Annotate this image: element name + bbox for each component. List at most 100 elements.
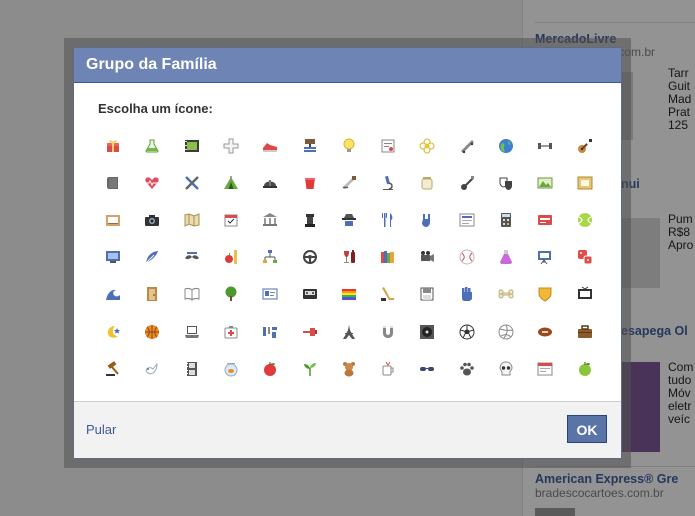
- pushpin-icon[interactable]: [299, 321, 321, 343]
- monitor-icon[interactable]: [102, 246, 124, 268]
- tree-icon[interactable]: [220, 283, 242, 305]
- potion-icon[interactable]: [495, 246, 517, 268]
- apple-red-icon[interactable]: [259, 358, 281, 380]
- teddy-bear-icon[interactable]: [338, 358, 360, 380]
- tent-icon[interactable]: [220, 172, 242, 194]
- mug-icon[interactable]: [377, 358, 399, 380]
- mustache-icon[interactable]: [181, 246, 203, 268]
- apple-green-icon[interactable]: [574, 358, 596, 380]
- globe-icon[interactable]: [495, 135, 517, 157]
- rainbow-icon[interactable]: [338, 283, 360, 305]
- masks-icon[interactable]: [495, 172, 517, 194]
- ad-line: Guit: [668, 80, 691, 93]
- spy-icon[interactable]: [338, 209, 360, 231]
- magnet-icon[interactable]: [377, 321, 399, 343]
- hockey-icon[interactable]: [377, 283, 399, 305]
- fishbowl-icon[interactable]: [220, 358, 242, 380]
- cup-icon[interactable]: [299, 172, 321, 194]
- eiffel-tower-icon[interactable]: [338, 321, 360, 343]
- skip-link[interactable]: Pular: [86, 422, 116, 437]
- projector-icon[interactable]: [416, 246, 438, 268]
- plus-cross-icon[interactable]: [220, 135, 242, 157]
- bone-icon[interactable]: [495, 283, 517, 305]
- heartbeat-icon[interactable]: [141, 172, 163, 194]
- vinyl-icon[interactable]: [416, 321, 438, 343]
- film-frame-icon[interactable]: [181, 135, 203, 157]
- saw-icon[interactable]: [338, 172, 360, 194]
- hard-hat-icon[interactable]: [259, 172, 281, 194]
- ad-title: MercadoLivre: [535, 32, 617, 46]
- knife-fork-icon[interactable]: [377, 209, 399, 231]
- first-aid-icon[interactable]: [220, 321, 242, 343]
- newspaper-icon[interactable]: [456, 209, 478, 231]
- mountain-photo-icon[interactable]: [534, 172, 556, 194]
- floppy-icon[interactable]: [416, 283, 438, 305]
- paint-roller-icon[interactable]: [299, 135, 321, 157]
- rock-hand-icon[interactable]: [416, 209, 438, 231]
- skateboard-icon[interactable]: [456, 135, 478, 157]
- briefcase-icon[interactable]: [574, 321, 596, 343]
- microscope-icon[interactable]: [377, 172, 399, 194]
- skull-icon[interactable]: [495, 358, 517, 380]
- music-icon[interactable]: [259, 321, 281, 343]
- tennis-ball-icon[interactable]: [574, 209, 596, 231]
- ad-line: tudo: [668, 374, 692, 387]
- lightbulb-icon[interactable]: [338, 135, 360, 157]
- ad-line: Pum: [668, 213, 693, 226]
- film-strip-icon[interactable]: [181, 358, 203, 380]
- inbox-icon[interactable]: [102, 209, 124, 231]
- separator: [535, 466, 695, 467]
- jar-icon[interactable]: [416, 172, 438, 194]
- wine-icon[interactable]: [338, 246, 360, 268]
- sitemap-icon[interactable]: [259, 246, 281, 268]
- id-card-icon[interactable]: [534, 209, 556, 231]
- choose-icon-dialog: Grupo da Família Escolha um ícone: Pular…: [73, 47, 622, 459]
- door-icon[interactable]: [141, 283, 163, 305]
- guitar-head-icon[interactable]: [456, 172, 478, 194]
- gift-icon[interactable]: [102, 135, 124, 157]
- camera-icon[interactable]: [141, 209, 163, 231]
- certificate-icon[interactable]: [377, 135, 399, 157]
- football-icon[interactable]: [534, 321, 556, 343]
- sunglasses-icon[interactable]: [416, 358, 438, 380]
- calculator-icon[interactable]: [495, 209, 517, 231]
- dice-icon[interactable]: [574, 246, 596, 268]
- ok-button[interactable]: OK: [567, 415, 607, 443]
- basketball-icon[interactable]: [141, 321, 163, 343]
- flower-icon[interactable]: [416, 135, 438, 157]
- moon-star-icon[interactable]: [102, 321, 124, 343]
- feather-icon[interactable]: [141, 246, 163, 268]
- wave-icon[interactable]: [102, 283, 124, 305]
- browser-window-icon[interactable]: [534, 358, 556, 380]
- dove-icon[interactable]: [141, 358, 163, 380]
- open-book-icon[interactable]: [181, 283, 203, 305]
- map-icon[interactable]: [181, 209, 203, 231]
- soccer-ball-icon[interactable]: [456, 321, 478, 343]
- steering-wheel-icon[interactable]: [299, 246, 321, 268]
- apple-ruler-icon[interactable]: [220, 246, 242, 268]
- laptop-icon[interactable]: [181, 321, 203, 343]
- chess-rook-icon[interactable]: [299, 209, 321, 231]
- volleyball-icon[interactable]: [495, 321, 517, 343]
- calendar-icon[interactable]: [220, 209, 242, 231]
- contact-card-icon[interactable]: [259, 283, 281, 305]
- picture-frame-icon[interactable]: [574, 172, 596, 194]
- sprout-icon[interactable]: [299, 358, 321, 380]
- book-dark-icon[interactable]: [102, 172, 124, 194]
- baseball-icon[interactable]: [456, 246, 478, 268]
- gavel-icon[interactable]: [102, 358, 124, 380]
- cassette-icon[interactable]: [299, 283, 321, 305]
- paw-icon[interactable]: [456, 358, 478, 380]
- sneaker-icon[interactable]: [259, 135, 281, 157]
- guitar-icon[interactable]: [574, 135, 596, 157]
- bank-icon[interactable]: [259, 209, 281, 231]
- shield-icon[interactable]: [534, 283, 556, 305]
- easel-icon[interactable]: [534, 246, 556, 268]
- dumbbell-icon[interactable]: [534, 135, 556, 157]
- ad-line: veíc: [668, 413, 691, 426]
- flask-icon[interactable]: [141, 135, 163, 157]
- fist-icon[interactable]: [456, 283, 478, 305]
- crossed-tools-icon[interactable]: [181, 172, 203, 194]
- television-icon[interactable]: [574, 283, 596, 305]
- books-icon[interactable]: [377, 246, 399, 268]
